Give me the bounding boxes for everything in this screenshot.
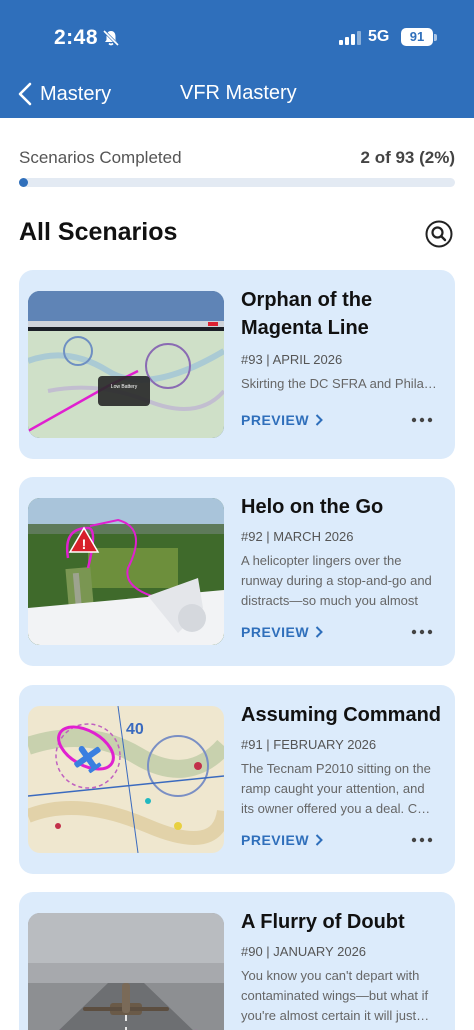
- scenario-card[interactable]: Low Battery Orphan of the Magenta Line #…: [19, 270, 455, 459]
- chart-label: 40: [126, 721, 144, 738]
- ellipsis-icon[interactable]: [410, 835, 434, 845]
- runway-view-image: [28, 913, 224, 1030]
- scenario-card[interactable]: A Flurry of Doubt #90 | JANUARY 2026 You…: [19, 892, 455, 1030]
- chevron-left-icon: [18, 82, 32, 106]
- scenario-thumbnail: 40: [28, 706, 224, 853]
- back-label: Mastery: [40, 82, 112, 105]
- page-title: VFR Mastery: [180, 82, 297, 104]
- ellipsis-icon[interactable]: [410, 627, 434, 637]
- battery-icon: 91: [401, 28, 433, 46]
- scenario-title: Assuming Command: [241, 704, 442, 726]
- scenario-description: A helicopter lingers over the runway dur…: [241, 553, 432, 608]
- app-header: 2:48 5G 91 Mastery VFR Mastery: [0, 0, 474, 118]
- bell-muted-icon: [102, 29, 120, 47]
- signal-icon: [339, 31, 361, 45]
- sectional-map-image: Low Battery: [28, 291, 224, 438]
- chevron-right-icon: [315, 414, 323, 426]
- scenario-meta: #90 | JANUARY 2026: [241, 944, 367, 959]
- nav-bar: Mastery VFR Mastery: [0, 80, 474, 108]
- ellipsis-icon[interactable]: [410, 415, 434, 425]
- status-bar: 2:48 5G 91: [0, 26, 474, 56]
- scenario-meta: #91 | FEBRUARY 2026: [241, 737, 377, 752]
- scenario-meta: #92 | MARCH 2026: [241, 529, 354, 544]
- sectional-chart-image: 40: [28, 706, 224, 853]
- scenario-description: Skirting the DC SFRA and Phila…: [241, 376, 437, 391]
- preview-button[interactable]: PREVIEW: [241, 412, 323, 428]
- scenario-title: Helo on the Go: [241, 496, 384, 518]
- scenario-description: You know you can't depart with contamina…: [241, 968, 430, 1023]
- scenario-thumbnail: !: [28, 498, 224, 645]
- scenario-meta: #93 | APRIL 2026: [241, 352, 343, 367]
- status-time: 2:48: [54, 26, 99, 49]
- preview-label: PREVIEW: [241, 624, 310, 640]
- svg-text:!: !: [82, 536, 87, 552]
- scenario-description: The Tecnam P2010 sitting on the ramp cau…: [241, 761, 431, 816]
- progress-label: Scenarios Completed: [19, 148, 182, 167]
- section-title: All Scenarios: [19, 218, 178, 246]
- progress-bar: [19, 178, 455, 187]
- chevron-right-icon: [315, 626, 323, 638]
- scenario-card[interactable]: 40 Assuming Command #91 | FEBRUARY 2026 …: [19, 685, 455, 874]
- scenario-card[interactable]: ! Helo on the Go #92 | MARCH 2026 A heli…: [19, 477, 455, 666]
- preview-button[interactable]: PREVIEW: [241, 624, 323, 640]
- alert-title: Low Battery: [111, 384, 138, 390]
- back-button[interactable]: Mastery: [18, 80, 111, 108]
- scenario-thumbnail: Low Battery: [28, 291, 224, 438]
- progress-fill: [19, 178, 28, 187]
- aerial-view-image: !: [28, 498, 224, 645]
- battery-level: 91: [409, 29, 425, 44]
- preview-label: PREVIEW: [241, 832, 310, 848]
- network-type: 5G: [368, 28, 390, 45]
- scenario-title: Orphan of the Magenta Line: [241, 289, 373, 339]
- battery-tip: [434, 34, 437, 41]
- chevron-right-icon: [315, 834, 323, 846]
- progress-value: 2 of 93 (2%): [360, 148, 455, 167]
- preview-label: PREVIEW: [241, 412, 310, 428]
- scenario-title: A Flurry of Doubt: [241, 911, 405, 933]
- preview-button[interactable]: PREVIEW: [241, 832, 323, 848]
- scenario-thumbnail: [28, 913, 224, 1030]
- search-icon[interactable]: [425, 220, 453, 248]
